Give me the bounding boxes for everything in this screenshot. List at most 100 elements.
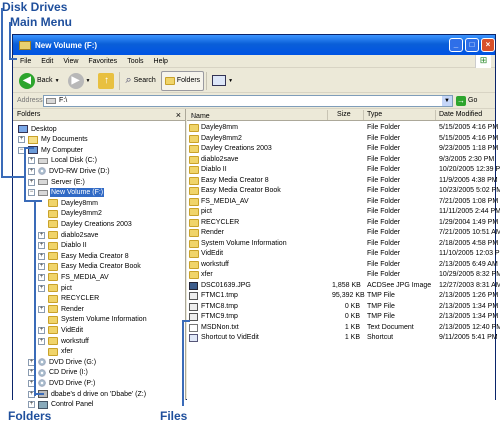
tree-item[interactable]: Diablo II <box>48 241 88 251</box>
tree-expander-icon[interactable]: + <box>38 337 45 345</box>
file-date: 2/13/2005 6:49 AM <box>439 260 498 268</box>
tree-item[interactable]: diablo2save <box>48 230 99 240</box>
tree-item[interactable]: DVD Drive (G:) <box>38 357 97 367</box>
tree-expander-icon[interactable]: − <box>28 189 35 197</box>
file-date: 2/13/2005 12:40 PM <box>439 323 500 331</box>
tree-expander-icon[interactable]: + <box>28 167 35 175</box>
file-row[interactable]: Dayley8mm File Folder 5/15/2005 4:16 PM <box>187 123 498 133</box>
tree-expander-icon[interactable]: + <box>28 178 35 186</box>
column-date-header[interactable]: Date Modified <box>439 111 482 121</box>
menu-favorites[interactable]: Favorites <box>83 58 122 65</box>
file-row[interactable]: Easy Media Creator 8 File Folder 11/9/2005… <box>187 176 498 186</box>
file-type: File Folder <box>367 176 401 184</box>
file-row[interactable]: MSDNon.txt 1 KB Text Document 2/13/2005 12:… <box>187 323 500 333</box>
chevron-down-icon[interactable]: ▼ <box>442 95 452 106</box>
menu-help[interactable]: Help <box>149 58 173 65</box>
tree-expander-icon[interactable]: + <box>38 305 45 313</box>
title-bar[interactable]: New Volume (F:) _ □ × <box>13 35 495 55</box>
tree-item[interactable]: DVD Drive (P:) <box>38 378 96 388</box>
file-row[interactable]: Diablo II File Folder 10/20/2005 12:39 PM <box>187 165 500 175</box>
search-button[interactable]: ⌕ Search <box>122 71 158 91</box>
close-button[interactable]: × <box>481 38 495 52</box>
file-row[interactable]: FTMC9.tmp 0 KB TMP File 2/13/2005 1:34 PM <box>187 312 498 322</box>
file-row[interactable]: Easy Media Creator Book File Folder 10/23/… <box>187 186 500 196</box>
tree-item[interactable]: System Volume Information <box>48 315 148 325</box>
tree-expander-icon[interactable]: + <box>38 263 45 271</box>
tree-item[interactable]: Easy Media Creator Book <box>48 262 142 272</box>
file-row[interactable]: FTMC1.tmp 95,392 KB TMP File 2/13/2005 1:26… <box>187 291 498 301</box>
tree-expander-icon[interactable]: + <box>38 242 45 250</box>
menu-tools[interactable]: Tools <box>122 58 148 65</box>
tree-item[interactable]: Easy Media Creator 8 <box>48 251 130 261</box>
file-row[interactable]: Dayley Creations 2003 File Folder 9/23/200… <box>187 144 498 154</box>
up-button[interactable]: ↑ <box>95 71 117 91</box>
tree-item[interactable]: My Computer <box>28 145 84 155</box>
tree-item[interactable]: DVD-RW Drive (D:) <box>38 166 111 176</box>
menu-file[interactable]: File <box>15 58 36 65</box>
tree-item[interactable]: workstuff <box>48 336 90 346</box>
file-row[interactable]: pict File Folder 11/11/2005 2:44 PM <box>187 207 500 217</box>
tree-item[interactable]: Control Panel <box>38 400 94 410</box>
tree-item[interactable]: Desktop <box>18 124 58 134</box>
column-type-header[interactable]: Type <box>367 111 382 121</box>
address-input[interactable]: F:\ ▼ <box>43 94 453 107</box>
back-button[interactable]: ◀ Back ▼ <box>16 71 63 91</box>
file-type: Text Document <box>367 323 414 331</box>
file-row[interactable]: xfer File Folder 10/29/2005 8:32 PM <box>187 270 500 280</box>
file-row[interactable]: Shortcut to VidEdit 1 KB Shortcut 9/11/2005… <box>187 333 498 343</box>
file-date: 2/13/2005 1:34 PM <box>439 302 499 310</box>
tree-item[interactable]: CD Drive (I:) <box>38 368 89 378</box>
column-separator[interactable] <box>327 110 328 120</box>
file-type: TMP File <box>367 302 395 310</box>
tree-item[interactable]: Server (E:) <box>38 177 86 187</box>
tree-item[interactable]: New Volume (F:) <box>38 188 105 198</box>
tree-item[interactable]: Dayley Creations 2003 <box>48 219 133 229</box>
go-arrow-icon: → <box>456 95 466 106</box>
tree-expander-icon[interactable]: + <box>38 326 45 334</box>
tree-item[interactable]: dbabe's d drive on 'Dbabe' (Z:) <box>38 389 147 399</box>
tree-expander-icon[interactable]: + <box>38 231 45 239</box>
tree-item[interactable]: Render <box>48 304 85 314</box>
forward-button[interactable]: ▶ ▼ <box>65 71 94 91</box>
column-separator[interactable] <box>435 110 436 120</box>
tree-expander-icon[interactable]: + <box>38 273 45 281</box>
tree-expander-icon[interactable]: + <box>28 401 35 409</box>
file-row[interactable]: RECYCLER File Folder 1/29/2004 1:49 PM <box>187 218 498 228</box>
tree-item[interactable]: RECYCLER <box>48 294 100 304</box>
column-separator[interactable] <box>363 110 364 120</box>
close-pane-icon[interactable]: × <box>176 110 181 120</box>
tree-item[interactable]: My Documents <box>28 135 89 145</box>
minimize-button[interactable]: _ <box>449 38 463 52</box>
go-button[interactable]: → Go <box>456 95 477 106</box>
file-row[interactable]: Render File Folder 7/21/2005 10:51 AM <box>187 228 500 238</box>
tree-expander-icon[interactable]: + <box>38 284 45 292</box>
views-button[interactable]: ▼ <box>209 71 236 91</box>
address-bar: Address F:\ ▼ → Go <box>13 93 495 109</box>
tree-expander-icon[interactable]: + <box>18 136 25 144</box>
folder-icon <box>48 326 58 335</box>
file-row[interactable]: workstuff File Folder 2/13/2005 6:49 AM <box>187 260 498 270</box>
column-size-header[interactable]: Size <box>337 111 351 121</box>
tree-item[interactable]: VidEdit <box>48 325 84 335</box>
callout-folders: Folders <box>8 409 52 423</box>
tree-item[interactable]: Dayley8mm <box>48 198 99 208</box>
tree-item[interactable]: Local Disk (C:) <box>38 156 98 166</box>
file-row[interactable]: DSC01639.JPG 1,858 KB ACDSee JPG Image 12/2… <box>187 281 500 291</box>
file-row[interactable]: VidEdit File Folder 11/10/2005 12:03 PM <box>187 249 500 259</box>
file-row[interactable]: FS_MEDIA_AV File Folder 7/21/2005 1:08 PM <box>187 197 498 207</box>
menu-view[interactable]: View <box>58 58 83 65</box>
folders-button[interactable]: Folders <box>160 70 205 91</box>
tree-item[interactable]: pict <box>48 283 73 293</box>
tree-item[interactable]: xfer <box>48 347 74 357</box>
file-row[interactable]: FTMC8.tmp 0 KB TMP File 2/13/2005 1:34 PM <box>187 302 499 312</box>
tree-item[interactable]: Dayley8mm2 <box>48 209 103 219</box>
file-name: workstuff <box>201 260 229 268</box>
tree-item[interactable]: FS_MEDIA_AV <box>48 272 110 282</box>
file-row[interactable]: Dayley8mm2 File Folder 5/15/2005 4:16 PM <box>187 134 498 144</box>
tree-expander-icon[interactable]: + <box>28 157 35 165</box>
menu-edit[interactable]: Edit <box>36 58 58 65</box>
maximize-button[interactable]: □ <box>465 38 479 52</box>
file-row[interactable]: System Volume Information File Folder 2/18… <box>187 239 498 249</box>
tree-expander-icon[interactable]: + <box>38 252 45 260</box>
file-row[interactable]: diablo2save File Folder 9/3/2005 2:30 PM <box>187 155 495 165</box>
